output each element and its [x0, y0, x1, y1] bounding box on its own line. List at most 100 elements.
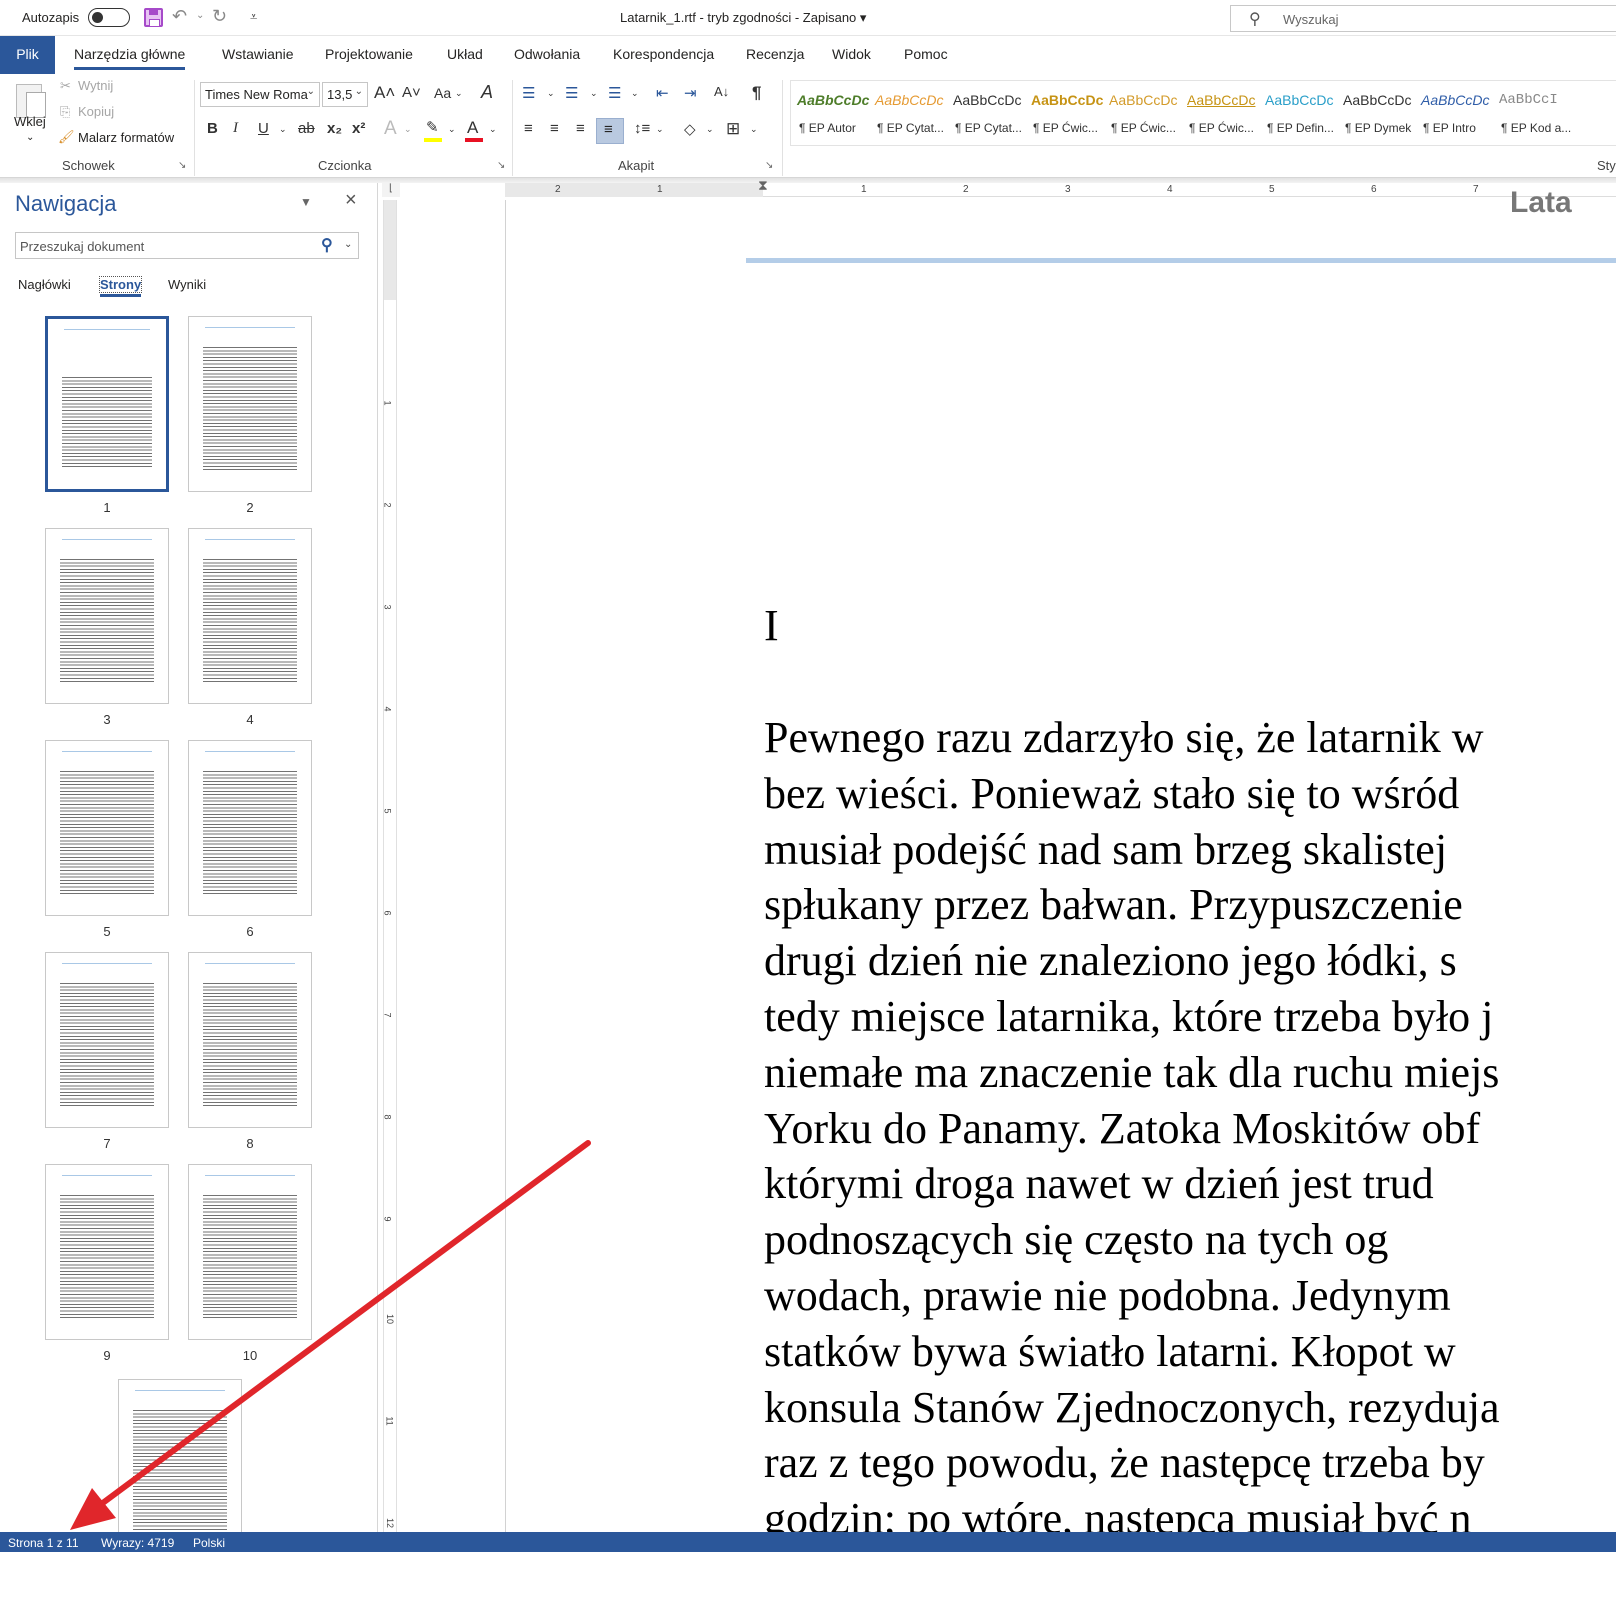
tab-file[interactable]: Plik: [0, 36, 55, 74]
increase-indent-icon[interactable]: ⇥: [684, 84, 697, 102]
page-thumbnail[interactable]: [45, 952, 169, 1128]
tab-layout[interactable]: Układ: [447, 46, 483, 62]
tab-references[interactable]: Odwołania: [514, 46, 580, 62]
tab-pages[interactable]: Strony: [98, 276, 143, 297]
page-thumbnail[interactable]: [188, 740, 312, 916]
style-ep-cwic-1[interactable]: AaBbCcDc ¶ EP Ćwic...: [1025, 81, 1103, 145]
copy-button[interactable]: Kopiuj: [78, 104, 114, 119]
tab-home[interactable]: Narzędzia główne: [74, 46, 186, 70]
customize-toolbar-icon[interactable]: ⩡: [250, 9, 257, 25]
page-count-status[interactable]: Strona 1 z 11: [8, 1536, 79, 1550]
page-thumbnail[interactable]: [188, 316, 312, 492]
cut-button[interactable]: Wytnij: [78, 78, 113, 93]
chevron-down-icon[interactable]: ⌄: [448, 124, 456, 135]
change-case-button[interactable]: Aa: [434, 85, 451, 101]
font-size-select[interactable]: 13,5 ⌄: [322, 82, 368, 107]
tab-mailings[interactable]: Korespondencja: [613, 46, 714, 62]
clear-formatting-icon[interactable]: A: [481, 82, 493, 103]
chevron-down-icon[interactable]: ⌄: [750, 124, 758, 135]
vertical-ruler[interactable]: 1 2 3 4 5 6 7 8 9 10 11 12: [383, 200, 397, 1532]
chevron-down-icon[interactable]: ⌄: [404, 124, 412, 135]
style-ep-cytat-1[interactable]: AaBbCcDc ¶ EP Cytat...: [869, 81, 947, 145]
style-ep-cwic-2[interactable]: AaBbCcDc ¶ EP Ćwic...: [1103, 81, 1181, 145]
chevron-down-icon[interactable]: ⌄: [279, 124, 287, 135]
chevron-down-icon[interactable]: ⌄: [455, 88, 463, 99]
pane-options-icon[interactable]: ▼: [300, 195, 312, 209]
close-icon[interactable]: ×: [345, 189, 357, 212]
chevron-down-icon[interactable]: ⌄: [489, 124, 497, 135]
bold-button[interactable]: B: [207, 120, 218, 137]
redo-icon[interactable]: ↻: [212, 6, 227, 27]
decrease-indent-icon[interactable]: ⇤: [656, 84, 669, 102]
borders-icon[interactable]: ⊞: [726, 119, 740, 139]
style-ep-cwic-3[interactable]: AaBbCcDc ¶ EP Ćwic...: [1181, 81, 1259, 145]
tab-review[interactable]: Recenzja: [746, 46, 804, 62]
shading-icon[interactable]: ◇: [684, 120, 696, 138]
page-thumbnail[interactable]: [188, 528, 312, 704]
line-spacing-icon[interactable]: ↕≡: [634, 120, 650, 137]
tab-design[interactable]: Projektowanie: [325, 46, 413, 62]
strikethrough-button[interactable]: ab: [298, 120, 315, 137]
horizontal-ruler[interactable]: 2 1 1 2 3 4 5 6 7: [505, 183, 1616, 197]
tab-headings[interactable]: Nagłówki: [18, 277, 71, 292]
page-header-text[interactable]: Lata: [1510, 186, 1572, 220]
search-icon[interactable]: ⚲: [321, 235, 333, 255]
numbering-icon[interactable]: ☰: [565, 84, 578, 102]
grow-font-icon[interactable]: A˄: [374, 83, 395, 103]
style-ep-kod[interactable]: AaBbCcI ¶ EP Kod a...: [1493, 81, 1571, 145]
multilevel-list-icon[interactable]: ☰: [608, 84, 621, 102]
page-thumbnail[interactable]: [45, 528, 169, 704]
page-thumbnail[interactable]: [45, 316, 169, 492]
italic-button[interactable]: I: [233, 120, 238, 137]
paste-button[interactable]: Wklej: [14, 114, 46, 129]
bullets-icon[interactable]: ☰: [522, 84, 535, 102]
clipboard-launcher-icon[interactable]: ↘: [178, 160, 186, 171]
word-count-status[interactable]: Wyrazy: 4719: [101, 1536, 174, 1550]
indent-marker[interactable]: ⧗: [758, 177, 768, 194]
page-thumbnail[interactable]: [188, 1164, 312, 1340]
tab-results[interactable]: Wyniki: [168, 277, 206, 292]
chevron-down-icon[interactable]: ⌄: [706, 124, 714, 135]
page-thumbnail[interactable]: [188, 952, 312, 1128]
save-icon[interactable]: [144, 8, 163, 27]
align-left-icon[interactable]: ≡: [524, 120, 533, 137]
chapter-heading[interactable]: I: [764, 600, 779, 651]
style-ep-intro[interactable]: AaBbCcDc ¶ EP Intro: [1415, 81, 1493, 145]
page-thumbnail[interactable]: [45, 1164, 169, 1340]
chevron-down-icon[interactable]: ⌄: [656, 124, 664, 135]
align-center-icon[interactable]: ≡: [550, 120, 559, 137]
highlight-icon[interactable]: ✎: [426, 118, 439, 136]
paste-icon[interactable]: [16, 80, 48, 118]
format-painter-button[interactable]: Malarz formatów: [78, 130, 174, 145]
tab-selector[interactable]: ⌊: [382, 183, 400, 197]
document-title[interactable]: Latarnik_1.rtf - tryb zgodności - Zapisa…: [620, 10, 866, 26]
text-effects-icon[interactable]: A: [384, 118, 397, 140]
font-launcher-icon[interactable]: ↘: [497, 160, 505, 171]
page-thumbnail[interactable]: [118, 1379, 242, 1555]
tab-view[interactable]: Widok: [832, 46, 871, 62]
shrink-font-icon[interactable]: A˅: [402, 84, 421, 101]
style-ep-autor[interactable]: AaBbCcDc ¶ EP Autor: [791, 81, 869, 145]
chevron-down-icon[interactable]: ⌄: [547, 88, 555, 99]
font-color-icon[interactable]: A: [467, 118, 478, 138]
chevron-down-icon[interactable]: ⌄: [344, 239, 352, 250]
autosave-toggle[interactable]: [88, 8, 130, 27]
undo-icon[interactable]: ↶: [172, 6, 187, 27]
page-thumbnail[interactable]: [45, 740, 169, 916]
underline-button[interactable]: U: [258, 120, 269, 137]
language-status[interactable]: Polski: [193, 1536, 225, 1550]
style-ep-cytat-2[interactable]: AaBbCcDc ¶ EP Cytat...: [947, 81, 1025, 145]
navigation-search-input[interactable]: Przeszukaj dokument ⚲ ⌄: [15, 232, 359, 259]
show-marks-icon[interactable]: ¶: [752, 83, 761, 103]
document-body-text[interactable]: Pewnego razu zdarzyło się, że latarnik w…: [764, 710, 1616, 1547]
subscript-button[interactable]: x₂: [327, 120, 342, 137]
chevron-down-icon[interactable]: ⌄: [631, 88, 639, 99]
tab-insert[interactable]: Wstawianie: [222, 46, 294, 62]
paste-dropdown-icon[interactable]: ⌄: [26, 132, 34, 143]
sort-icon[interactable]: A↓: [714, 84, 729, 99]
align-right-icon[interactable]: ≡: [576, 120, 585, 137]
undo-dropdown-icon[interactable]: ⌄: [196, 10, 204, 21]
superscript-button[interactable]: x²: [352, 120, 365, 137]
tell-me-search[interactable]: ⚲ Wyszukaj: [1230, 5, 1616, 32]
chevron-down-icon[interactable]: ⌄: [590, 88, 598, 99]
